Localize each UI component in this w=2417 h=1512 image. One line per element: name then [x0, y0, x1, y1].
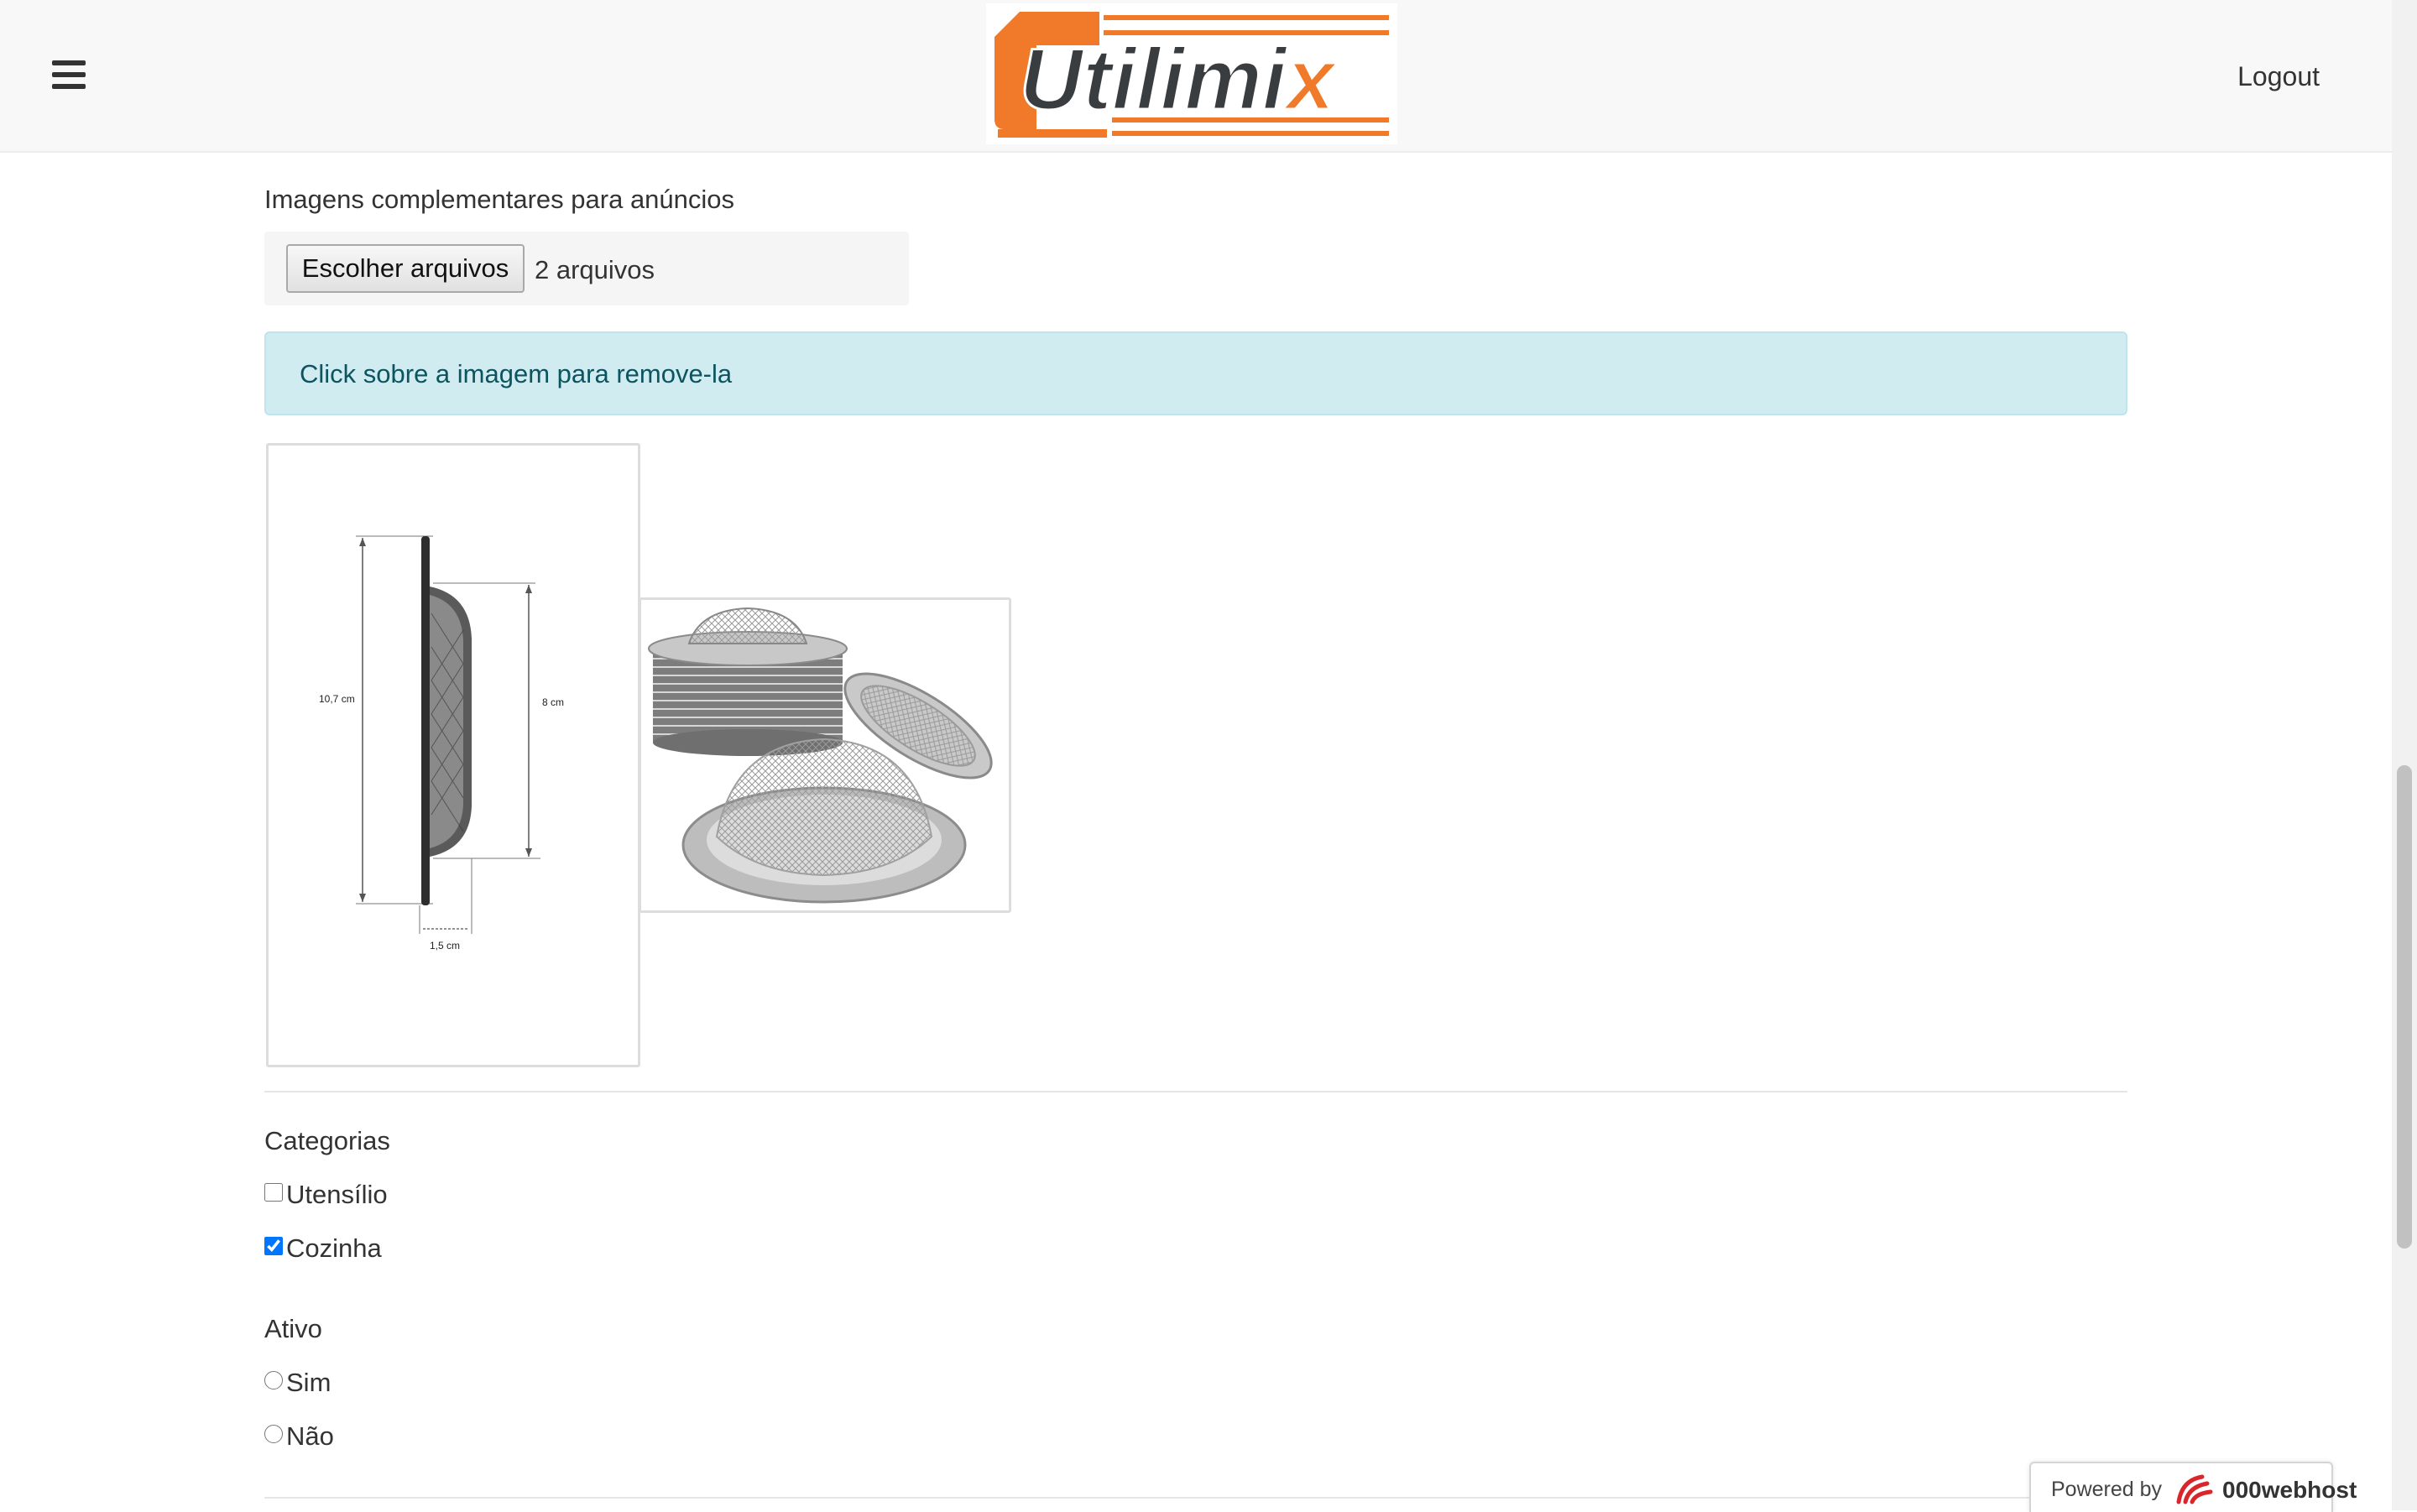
info-alert-text: Click sobre a imagem para remove-la: [300, 359, 733, 388]
logo-letter-x: x: [1282, 31, 1339, 128]
image-thumbnail-strainers[interactable]: [639, 597, 1011, 913]
powered-by-text: Powered by: [2051, 1478, 2163, 1501]
ativo-label-sim: Sim: [286, 1368, 331, 1397]
logo-letters-mid: tilimi: [1083, 31, 1288, 128]
top-navbar: Utilimix Logout: [0, 0, 2417, 153]
hamburger-menu-icon[interactable]: [52, 60, 86, 89]
powered-by-badge[interactable]: Powered by 000webhost: [2029, 1462, 2357, 1512]
ativo-label: Ativo: [264, 1314, 322, 1343]
file-count-status: 2 arquivos: [535, 255, 655, 284]
ativo-option-sim[interactable]: Sim: [264, 1368, 331, 1398]
info-alert: Click sobre a imagem para remove-la: [264, 331, 2127, 415]
image-thumbnail-dimensions[interactable]: 10,7 cm 8 cm 1,5 cm: [266, 443, 640, 1067]
category-label-utensilio: Utensílio: [286, 1180, 388, 1209]
000webhost-logo-icon: [2176, 1474, 2213, 1504]
inner-dimension-label: 8 cm: [542, 696, 564, 708]
ativo-option-nao[interactable]: Não: [264, 1421, 334, 1452]
categories-label: Categorias: [264, 1126, 390, 1155]
file-upload-field: Escolher arquivos 2 arquivos: [264, 232, 909, 305]
category-checkbox-cozinha[interactable]: [264, 1237, 283, 1255]
additional-images-label: Imagens complementares para anúncios: [264, 185, 735, 214]
ativo-label-nao: Não: [286, 1421, 334, 1451]
category-option-cozinha[interactable]: Cozinha: [264, 1233, 382, 1264]
logo-letter-u: U: [1020, 31, 1085, 128]
section-divider-bottom: [264, 1497, 2127, 1499]
depth-dimension-label: 1,5 cm: [430, 940, 460, 952]
category-option-utensilio[interactable]: Utensílio: [264, 1180, 388, 1210]
svg-text:Utilimix: Utilimix: [1020, 31, 1339, 128]
page-scrollbar[interactable]: [2392, 0, 2417, 1510]
choose-files-button[interactable]: Escolher arquivos: [286, 244, 525, 293]
ativo-radio-sim[interactable]: [264, 1371, 283, 1389]
section-divider: [264, 1091, 2127, 1092]
000webhost-brand: 000webhost: [2222, 1477, 2357, 1503]
height-dimension-label: 10,7 cm: [319, 693, 355, 705]
category-checkbox-utensilio[interactable]: [264, 1183, 283, 1202]
category-label-cozinha: Cozinha: [286, 1233, 382, 1263]
utilimix-logo[interactable]: Utilimix: [986, 3, 1397, 144]
logout-link[interactable]: Logout: [2237, 61, 2320, 92]
ativo-radio-nao[interactable]: [264, 1425, 283, 1443]
scrollbar-thumb[interactable]: [2397, 765, 2412, 1249]
